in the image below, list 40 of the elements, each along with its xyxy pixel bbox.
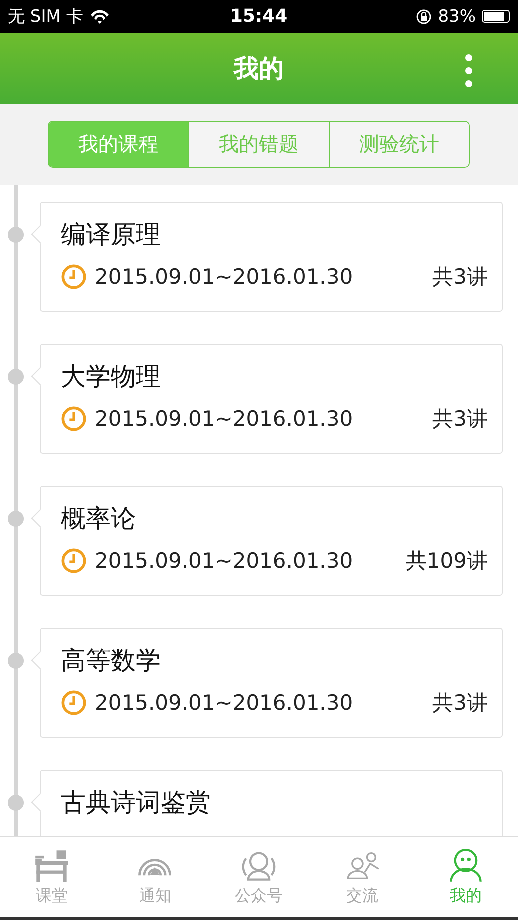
more-menu-icon[interactable] [464,53,474,89]
clock-icon [61,264,87,290]
lecture-count: 共109讲 [406,548,488,575]
clock-icon [61,548,87,574]
course-period: 2015.09.01~2016.01.30 [95,691,354,715]
face-icon [448,848,484,884]
tab-bar-item[interactable]: 通知 [104,837,208,917]
page-title: 我的 [234,53,284,85]
course-title: 编译原理 [61,219,162,251]
lecture-count: 共3讲 [432,406,488,433]
battery-icon [482,10,510,23]
course-title: 大学物理 [61,361,162,393]
course-period: 2015.09.01~2016.01.30 [95,265,354,289]
clock-time: 15:44 [230,6,288,27]
lecture-count: 共3讲 [432,264,488,291]
lecture-count: 共3讲 [432,690,488,717]
clock-icon [61,406,87,432]
course-title: 概率论 [61,503,137,535]
tab-bar-item[interactable]: 交流 [310,837,414,917]
course-card[interactable]: 概率论 2015.09.01~2016.01.30 共109讲 [40,486,503,596]
course-card[interactable]: 古典诗词鉴赏 [40,770,503,836]
carrier-label: 无 SIM 卡 [8,6,84,28]
segment-tab[interactable]: 测验统计 [328,122,469,167]
course-card[interactable]: 大学物理 2015.09.01~2016.01.30 共3讲 [40,344,503,454]
signal-icon [137,858,174,878]
course-period: 2015.09.01~2016.01.30 [95,549,354,573]
course-title: 古典诗词鉴赏 [61,787,212,819]
desk-icon [34,848,70,884]
course-title: 高等数学 [61,645,162,677]
tab-bar-item[interactable]: 课堂 [0,837,104,917]
course-card[interactable]: 高等数学 2015.09.01~2016.01.30 共3讲 [40,628,503,738]
course-card[interactable]: 编译原理 2015.09.01~2016.01.30 共3讲 [40,202,503,312]
clock-icon [61,690,87,716]
rotation-lock-icon [416,8,432,24]
tab-bar-item[interactable]: 我的 [414,837,518,917]
segment-tab[interactable]: 我的课程 [49,122,188,167]
wifi-icon [89,8,112,24]
tab-bar-item[interactable]: 公众号 [207,837,311,917]
course-period: 2015.09.01~2016.01.30 [95,407,354,431]
battery-percent: 83% [438,6,476,26]
